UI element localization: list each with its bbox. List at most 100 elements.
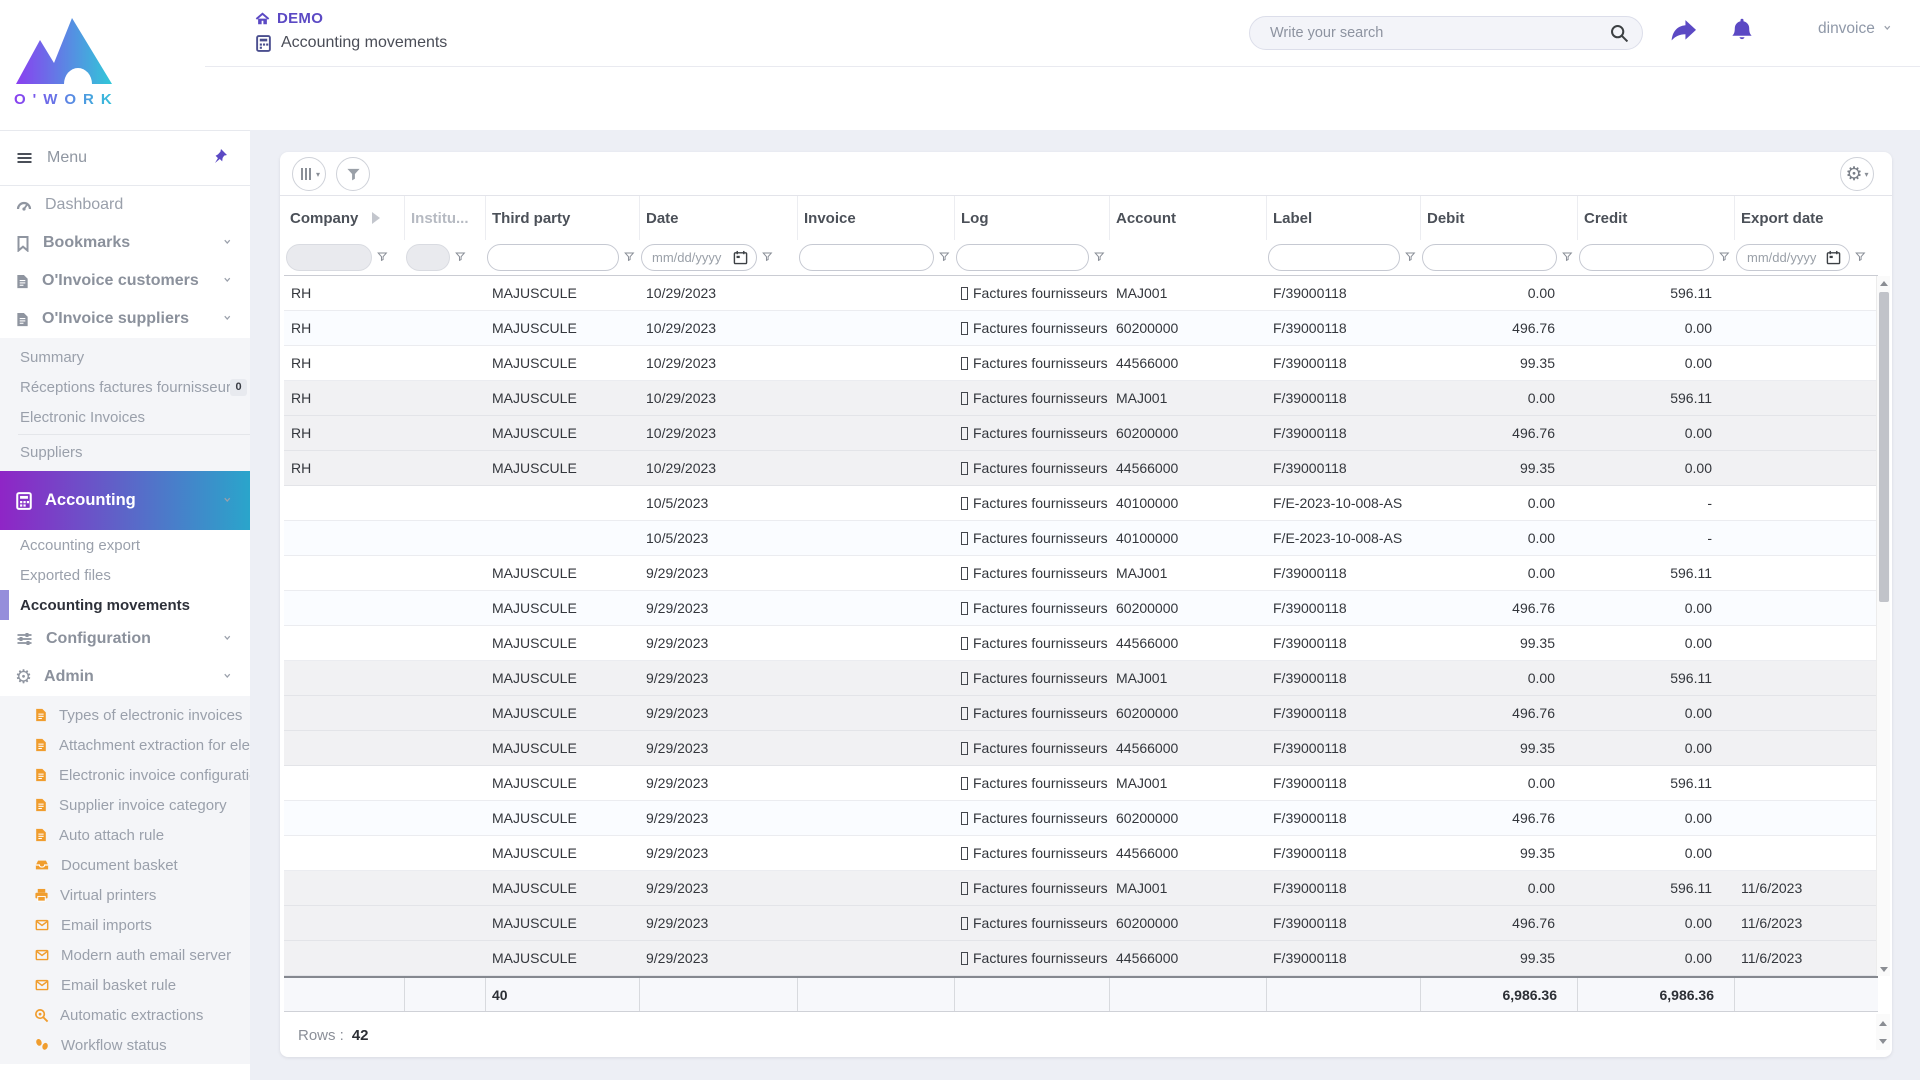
scroll-up-arrow[interactable]	[1877, 276, 1891, 290]
sidebar-item-admin[interactable]: ⚙ Admin	[0, 658, 250, 696]
calendar-icon[interactable]	[1826, 250, 1841, 265]
sidebar-item-accounting[interactable]: Accounting	[0, 471, 250, 530]
sidebar-item-oinvoice-suppliers[interactable]: O'Invoice suppliers	[0, 300, 250, 338]
envelope-icon	[34, 949, 50, 962]
filter-funnel-icon[interactable]	[455, 251, 468, 264]
table-row[interactable]: 10/5/2023 Factures fournisseurs 40100000 F/…	[284, 486, 1878, 521]
table-row[interactable]: MAJUSCULE 9/29/2023 Factures fournisseurs 6…	[284, 696, 1878, 731]
share-icon[interactable]	[1670, 16, 1696, 47]
columns-button[interactable]: ▾	[292, 157, 326, 191]
cell-institution	[404, 696, 485, 730]
settings-button[interactable]: ⚙ ▾	[1840, 157, 1874, 191]
column-header-date[interactable]: Date	[639, 196, 797, 240]
sidebar-item-exported-files[interactable]: Exported files	[0, 560, 250, 590]
home-icon[interactable]	[255, 11, 270, 26]
sidebar-item-supplier-invoice-category[interactable]: Supplier invoice category	[0, 790, 250, 820]
invoice-filter-input[interactable]	[810, 250, 923, 265]
pin-icon[interactable]	[212, 148, 228, 164]
table-row[interactable]: RH MAJUSCULE 10/29/2023 Factures fournisseu…	[284, 416, 1878, 451]
column-header-credit[interactable]: Credit	[1577, 196, 1734, 240]
table-row[interactable]: RH MAJUSCULE 10/29/2023 Factures fournisseu…	[284, 346, 1878, 381]
scroll-down-arrow[interactable]	[1877, 962, 1891, 976]
sidebar-item-types-of-electronic-invoices[interactable]: Types of electronic invoices	[0, 700, 250, 730]
sidebar-item-electronic-invoice-configuration[interactable]: Electronic invoice configuration	[0, 760, 250, 790]
sidebar-item-auto-attach-rule[interactable]: Auto attach rule	[0, 820, 250, 850]
log-filter-input[interactable]	[967, 250, 1078, 265]
filter-funnel-icon[interactable]	[1855, 251, 1868, 264]
table-row[interactable]: MAJUSCULE 9/29/2023 Factures fournisseurs 4…	[284, 626, 1878, 661]
column-header-label: Third party	[492, 209, 571, 227]
cell-account: 60200000	[1116, 915, 1179, 931]
debit-filter-input[interactable]	[1433, 250, 1546, 265]
sidebar-item-modern-auth-email-server[interactable]: Modern auth email server	[0, 940, 250, 970]
app-logo[interactable]: O'WORK	[12, 6, 142, 118]
sidebar-item-workflow-status[interactable]: Workflow status	[0, 1030, 250, 1060]
column-header-invoice[interactable]: Invoice	[797, 196, 954, 240]
sidebar-item-attachment-extraction[interactable]: Attachment extraction for electron	[0, 730, 250, 760]
table-row[interactable]: MAJUSCULE 9/29/2023 Factures fournisseurs 4…	[284, 836, 1878, 871]
column-header-log[interactable]: Log	[954, 196, 1109, 240]
sidebar-item-oinvoice-customers[interactable]: O'Invoice customers	[0, 262, 250, 300]
filter-funnel-icon[interactable]	[1094, 251, 1107, 264]
filter-button[interactable]	[336, 157, 370, 191]
column-header-export_date[interactable]: Export date	[1734, 196, 1878, 240]
filter-funnel-icon[interactable]	[939, 251, 952, 264]
sidebar-item-dashboard[interactable]: Dashboard	[0, 186, 250, 224]
table-row[interactable]: MAJUSCULE 9/29/2023 Factures fournisseurs M…	[284, 871, 1878, 906]
sidebar-item-accounting-movements[interactable]: Accounting movements	[0, 590, 250, 620]
table-row[interactable]: MAJUSCULE 9/29/2023 Factures fournisseurs M…	[284, 661, 1878, 696]
filter-funnel-icon[interactable]	[1719, 251, 1732, 264]
sidebar-item-electronic-invoices[interactable]: Electronic Invoices	[0, 402, 250, 432]
sidebar-item-suppliers[interactable]: Suppliers	[0, 437, 250, 467]
table-row[interactable]: MAJUSCULE 9/29/2023 Factures fournisseurs 6…	[284, 801, 1878, 836]
table-row[interactable]: MAJUSCULE 9/29/2023 Factures fournisseurs 6…	[284, 591, 1878, 626]
cell-date: 9/29/2023	[646, 740, 709, 756]
table-row[interactable]: RH MAJUSCULE 10/29/2023 Factures fournisseu…	[284, 311, 1878, 346]
table-row[interactable]: MAJUSCULE 9/29/2023 Factures fournisseurs M…	[284, 556, 1878, 591]
filter-funnel-icon[interactable]	[1405, 251, 1418, 264]
table-row[interactable]: MAJUSCULE 9/29/2023 Factures fournisseurs 4…	[284, 731, 1878, 766]
sidebar-item-virtual-printers[interactable]: Virtual printers	[0, 880, 250, 910]
sidebar-item-email-basket-rule[interactable]: Email basket rule	[0, 970, 250, 1000]
column-header-company[interactable]: Company	[284, 196, 404, 240]
column-header-institution[interactable]: Institu...	[404, 196, 485, 240]
filter-funnel-icon[interactable]	[762, 251, 775, 264]
table-row[interactable]: MAJUSCULE 9/29/2023 Factures fournisseurs 6…	[284, 906, 1878, 941]
search-icon[interactable]	[1610, 24, 1628, 42]
sidebar-item-bookmarks[interactable]: Bookmarks	[0, 224, 250, 262]
sidebar-item-receptions-factures-fournisseurs[interactable]: Réceptions factures fournisseurs 0	[0, 372, 250, 402]
hamburger-icon[interactable]	[15, 150, 34, 166]
expand-columns-icon[interactable]	[372, 212, 381, 224]
calendar-icon[interactable]	[733, 250, 748, 265]
export_date-filter-date-input[interactable]: mm/dd/yyyy	[1736, 244, 1850, 271]
credit-filter-input[interactable]	[1590, 250, 1703, 265]
date-filter-date-input[interactable]: mm/dd/yyyy	[641, 244, 757, 271]
sidebar-item-configuration[interactable]: Configuration	[0, 620, 250, 658]
table-row[interactable]: MAJUSCULE 9/29/2023 Factures fournisseurs M…	[284, 766, 1878, 801]
sidebar-item-automatic-extractions[interactable]: Automatic extractions	[0, 1000, 250, 1030]
column-header-third_party[interactable]: Third party	[485, 196, 639, 240]
column-header-account[interactable]: Account	[1109, 196, 1266, 240]
column-header-label[interactable]: Label	[1266, 196, 1420, 240]
filter-funnel-icon[interactable]	[377, 251, 390, 264]
scrollbar-thumb[interactable]	[1879, 292, 1889, 602]
column-header-debit[interactable]: Debit	[1420, 196, 1577, 240]
sidebar-item-document-basket[interactable]: Document basket	[0, 850, 250, 880]
table-row[interactable]: MAJUSCULE 9/29/2023 Factures fournisseurs 4…	[284, 941, 1878, 976]
search-input[interactable]	[1270, 25, 1610, 41]
table-row[interactable]: RH MAJUSCULE 10/29/2023 Factures fournisseu…	[284, 276, 1878, 311]
sidebar-item-summary[interactable]: Summary	[0, 342, 250, 372]
bell-icon[interactable]	[1730, 16, 1754, 47]
table-row[interactable]: 10/5/2023 Factures fournisseurs 40100000 F/…	[284, 521, 1878, 556]
third_party-filter-input[interactable]	[498, 250, 608, 265]
filter-funnel-icon[interactable]	[624, 251, 637, 264]
table-row[interactable]: RH MAJUSCULE 10/29/2023 Factures fournisseu…	[284, 381, 1878, 416]
filter-funnel-icon[interactable]	[1562, 251, 1575, 264]
breadcrumb-app[interactable]: DEMO	[277, 10, 323, 27]
label-filter-input[interactable]	[1279, 250, 1389, 265]
table-row[interactable]: RH MAJUSCULE 10/29/2023 Factures fournisseu…	[284, 451, 1878, 486]
cell-label: F/E-2023-10-008-AS	[1273, 495, 1403, 511]
user-menu[interactable]: dinvoice	[1818, 20, 1894, 38]
sidebar-item-email-imports[interactable]: Email imports	[0, 910, 250, 940]
sidebar-item-accounting-export[interactable]: Accounting export	[0, 530, 250, 560]
